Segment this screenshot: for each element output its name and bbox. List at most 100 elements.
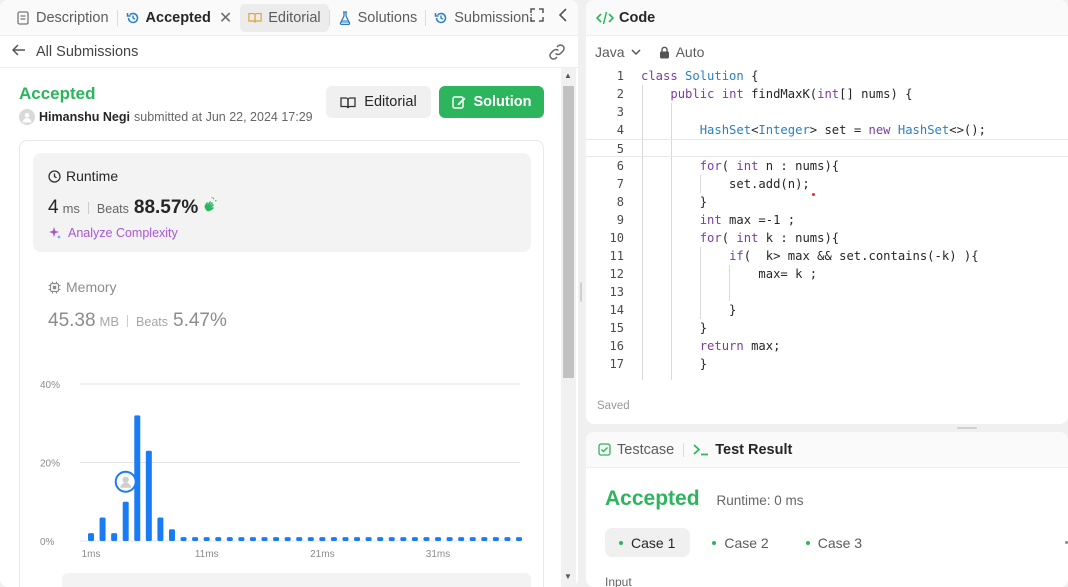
chart-bar[interactable] [504, 537, 511, 541]
chart-bar[interactable] [458, 537, 465, 541]
line-number: 2 [616, 87, 624, 101]
tab-test-result[interactable]: Test Result [693, 442, 792, 458]
link-icon[interactable] [548, 44, 566, 63]
chart-bar[interactable] [319, 537, 326, 541]
code-panel: Code Java Auto 1 class Solution {2 public… [586, 0, 1068, 424]
chart-bar[interactable] [492, 537, 499, 541]
tab-accepted[interactable]: Accepted ✕ [118, 4, 241, 32]
chart-bar[interactable] [354, 537, 361, 541]
line-number: 13 [609, 285, 624, 299]
expand-icon[interactable] [530, 8, 544, 25]
chart-bar[interactable] [284, 537, 291, 541]
chart-bar[interactable] [296, 537, 303, 541]
code-line[interactable]: 7 set.add(n); [586, 175, 1068, 193]
chart-bar[interactable] [342, 537, 349, 541]
tab-solutions[interactable]: Solutions [330, 4, 426, 32]
chart-bar[interactable] [307, 537, 314, 541]
scroll-up-icon[interactable]: ▲ [564, 71, 572, 80]
chart-bar[interactable] [400, 537, 407, 541]
chart-bar[interactable] [249, 537, 256, 541]
auto-mode[interactable]: Auto [659, 44, 704, 60]
chart-bar[interactable] [99, 517, 106, 541]
code-line[interactable]: 6 for( int n : nums){ [586, 157, 1068, 175]
tab-testcase[interactable]: Testcase [598, 442, 674, 458]
all-submissions-link[interactable]: All Submissions [36, 44, 138, 60]
code-line[interactable]: 14 } [586, 301, 1068, 319]
code-line[interactable]: 16 return max; [586, 337, 1068, 355]
chart-bar[interactable] [180, 537, 187, 541]
chart-bar[interactable] [388, 537, 395, 541]
tab-editorial[interactable]: Editorial [240, 3, 329, 32]
chart-bar[interactable] [273, 537, 280, 541]
code-line[interactable]: 12 max= k ; [586, 265, 1068, 283]
scrollbar-thumb[interactable] [563, 86, 574, 378]
line-number: 7 [616, 177, 624, 191]
case-tab-2[interactable]: Case 2 [698, 528, 783, 557]
chart-bar[interactable] [435, 537, 442, 541]
scroll-down-icon[interactable]: ▼ [564, 572, 572, 581]
case-tab-3[interactable]: Case 3 [792, 528, 877, 557]
arrow-left-icon[interactable] [11, 43, 26, 61]
code-line[interactable]: 8 } [586, 193, 1068, 211]
chart-bar[interactable] [192, 537, 199, 541]
panel-resize-handle[interactable] [580, 282, 582, 302]
code-line[interactable]: 11 if( k> max && set.contains(-k) ){ [586, 247, 1068, 265]
username[interactable]: Himanshu Negi [39, 110, 130, 124]
chart-bar[interactable] [145, 450, 152, 541]
chart-bar[interactable] [238, 537, 245, 541]
code-line[interactable]: 10 for( int k : nums){ [586, 229, 1068, 247]
chart-bar[interactable] [481, 537, 488, 541]
chart-bar[interactable] [516, 537, 522, 541]
tab-description[interactable]: Description [8, 4, 117, 32]
chart-bar[interactable] [469, 537, 476, 541]
edit-icon [451, 95, 466, 109]
chart-bar[interactable] [203, 537, 210, 541]
chart-bar[interactable] [261, 537, 268, 541]
chart-bar[interactable] [88, 533, 94, 541]
analyze-complexity-link[interactable]: Analyze Complexity [48, 226, 178, 240]
chart-bar[interactable] [157, 517, 164, 541]
code-line[interactable]: 9 int max =-1 ; [586, 211, 1068, 229]
tab-submissions[interactable]: Submission: [426, 4, 541, 32]
chart-bar[interactable] [122, 501, 129, 541]
memory-header[interactable]: Memory [48, 279, 117, 295]
language-select[interactable]: Java [595, 44, 641, 60]
line-content: return max; [699, 339, 781, 353]
editorial-button[interactable]: Editorial [326, 86, 431, 118]
code-line[interactable]: 4 HashSet<Integer> set = new HashSet<>()… [586, 121, 1068, 139]
runtime-box[interactable]: Runtime 4 ms Beats 88.57% Analyze Comple… [33, 153, 531, 252]
runtime-label: Runtime [66, 168, 119, 184]
y-tick-label: 20% [40, 459, 60, 470]
panel-resize-handle[interactable] [957, 427, 977, 429]
case-tab-1[interactable]: Case 1 [605, 528, 691, 557]
solution-button[interactable]: Solution [439, 86, 544, 118]
code-line[interactable]: 3 [586, 103, 1068, 121]
runtime-distribution-chart[interactable]: 40% 20% 0% 1ms 11ms 21ms 31ms [30, 370, 530, 565]
code-line[interactable]: 2 public int findMaxK(int[] nums) { [586, 85, 1068, 103]
code-editor[interactable]: 1 class Solution {2 public int findMaxK(i… [586, 67, 1068, 380]
code-line[interactable]: 13 [586, 283, 1068, 301]
result-summary: Accepted Runtime: 0 ms [605, 487, 804, 511]
code-header: Code [586, 0, 1068, 36]
chart-bar[interactable] [423, 537, 430, 541]
chart-bar[interactable] [377, 537, 384, 541]
close-icon[interactable]: ✕ [219, 8, 232, 28]
chevron-left-icon[interactable] [558, 8, 568, 25]
avatar[interactable] [19, 109, 35, 125]
code-line[interactable]: 1 class Solution { [586, 67, 1068, 85]
vertical-scrollbar[interactable]: ▲ ▼ [561, 68, 576, 587]
chart-bar[interactable] [215, 537, 222, 541]
chart-bar[interactable] [111, 533, 118, 541]
chart-bar[interactable] [365, 537, 372, 541]
code-line[interactable]: 5 [586, 139, 1068, 157]
code-line[interactable]: 17 } [586, 355, 1068, 373]
input-label: Input [605, 575, 632, 587]
code-line[interactable]: 15 } [586, 319, 1068, 337]
chart-bar[interactable] [411, 537, 418, 541]
runtime-value: 4 [48, 197, 59, 218]
chart-bar[interactable] [168, 529, 175, 541]
chart-bar[interactable] [226, 537, 233, 541]
chart-bar[interactable] [330, 537, 337, 541]
tab-tools [530, 8, 568, 25]
chart-bar[interactable] [446, 537, 453, 541]
